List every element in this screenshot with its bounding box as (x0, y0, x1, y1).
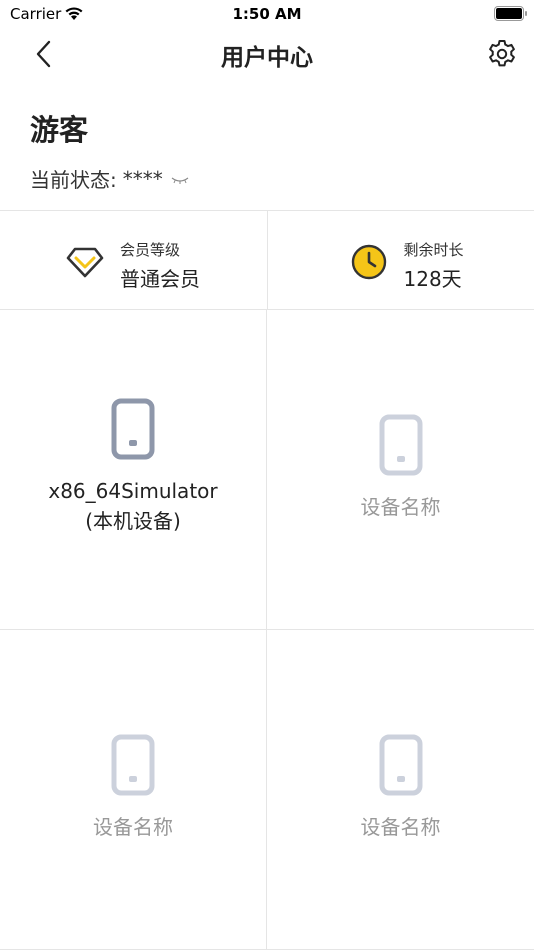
gear-icon[interactable] (486, 38, 518, 70)
device-card-empty[interactable]: 设备名称 (0, 630, 267, 950)
page-title: 用户中心 (221, 45, 313, 71)
device-name: 设备名称 (360, 815, 441, 839)
device-subtitle: (本机设备) (85, 509, 181, 533)
device-card-empty[interactable]: 设备名称 (267, 310, 534, 630)
status-line: 当前状态: **** (30, 164, 189, 193)
device-card-current[interactable]: x86_64Simulator (本机设备) (0, 310, 267, 630)
device-card-empty[interactable]: 设备名称 (267, 630, 534, 950)
closed-eye-icon[interactable] (171, 176, 189, 186)
device-name: 设备名称 (93, 815, 173, 839)
membership-info-row: 会员等级 普通会员 剩余时长 128天 (0, 210, 534, 310)
device-name: 设备名称 (360, 495, 441, 519)
username: 游客 (30, 113, 89, 147)
member-level-cell[interactable]: 会员等级 普通会员 (0, 211, 267, 309)
phone-icon (111, 734, 155, 796)
battery-icon (494, 6, 527, 21)
remaining-time-label: 剩余时长 (403, 241, 464, 259)
status-value: **** (122, 166, 163, 191)
diamond-icon (66, 247, 104, 278)
nav-bar: 用户中心 (0, 28, 534, 80)
phone-icon (379, 734, 422, 796)
remaining-time-cell[interactable]: 剩余时长 128天 (266, 211, 534, 309)
phone-icon (111, 398, 155, 460)
member-level-label: 会员等级 (120, 241, 181, 259)
status-label: 当前状态: (30, 168, 117, 192)
member-level-value: 普通会员 (120, 267, 200, 291)
profile-section: 游客 当前状态: **** (30, 110, 189, 192)
remaining-time-value: 128天 (403, 267, 462, 291)
phone-icon (379, 414, 422, 476)
device-grid: x86_64Simulator (本机设备) 设备名称 设备名称 设备名称 (0, 310, 534, 950)
clock-time: 1:50 AM (232, 5, 302, 23)
status-bar: Carrier 1:50 AM (0, 0, 534, 28)
device-name: x86_64Simulator (本机设备) (0, 476, 266, 536)
clock-icon (351, 244, 386, 280)
